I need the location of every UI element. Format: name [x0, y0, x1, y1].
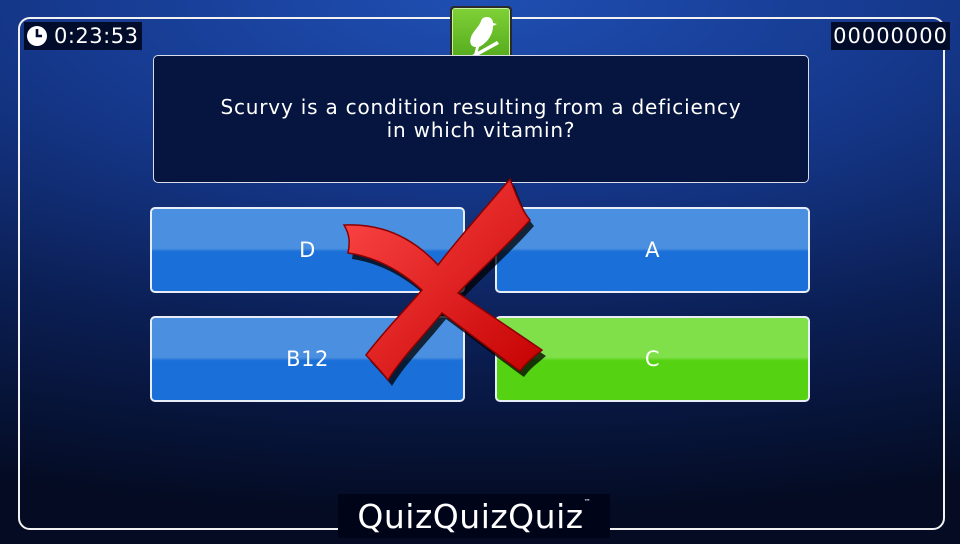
answer-label: A	[645, 238, 660, 262]
logo-text: QuizQuizQuiz	[357, 496, 584, 536]
answer-label: B12	[286, 347, 329, 371]
timer: 0:23:53	[24, 22, 143, 50]
answer-button-4-correct[interactable]: C	[495, 316, 810, 402]
clock-icon	[27, 26, 47, 46]
answer-button-1[interactable]: D	[150, 207, 465, 293]
answer-button-3[interactable]: B12	[150, 316, 465, 402]
timer-value: 0:23:53	[54, 24, 139, 48]
answer-button-2[interactable]: A	[495, 207, 810, 293]
game-logo: QuizQuizQuiz ™	[338, 494, 610, 538]
answer-label: C	[644, 347, 661, 371]
score-counter: 00000000	[831, 22, 950, 50]
trademark-symbol: ™	[583, 498, 591, 506]
question-text: Scurvy is a condition resulting from a d…	[220, 95, 742, 142]
question-panel: Scurvy is a condition resulting from a d…	[153, 55, 809, 183]
answer-label: D	[299, 238, 316, 262]
